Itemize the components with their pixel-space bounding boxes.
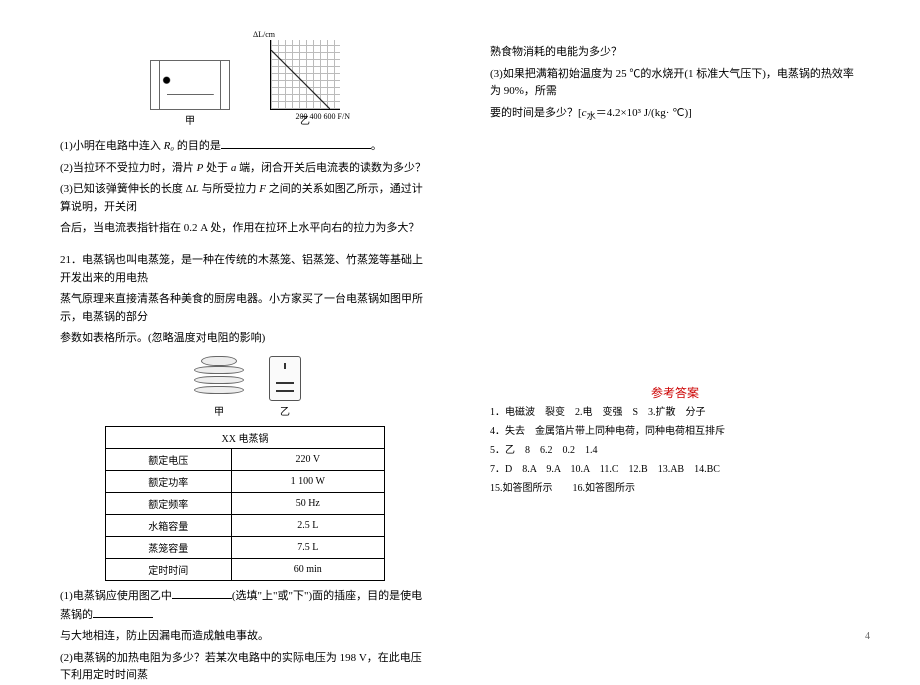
blank-field xyxy=(172,587,232,599)
q20-line2: (2)当拉环不受拉力时，滑片 P 处于 a 端，闭合开关后电流表的读数为多少？ xyxy=(60,160,430,178)
blank-field xyxy=(93,606,153,618)
q21-para1: 21．电蒸锅也叫电蒸笼，是一种在传统的木蒸笼、铝蒸笼、竹蒸笼等基础上开发出来的用… xyxy=(60,252,430,287)
answer-row: 15.如答图所示 16.如答图所示 xyxy=(490,481,860,496)
answers-title: 参考答案 xyxy=(490,384,860,401)
circuit-diagram: 甲 xyxy=(150,60,230,127)
right-line1: 熟食物消耗的电能为多少？ xyxy=(490,44,860,62)
figure-group-1: 甲 ΔL/cm 200 400 600 F/N 乙 xyxy=(60,40,430,127)
axis-x-label: 200 400 600 F/N xyxy=(296,112,350,121)
figure-group-2: 甲 乙 xyxy=(60,356,430,418)
q20-line1: (1)小明在电路中连入 R₀ 的目的是。 xyxy=(60,137,430,156)
blank-field xyxy=(221,137,371,149)
q21-line1b: 与大地相连，防止因漏电而造成触电事故。 xyxy=(60,628,430,646)
spec-table: XX 电蒸锅 额定电压220 V 额定功率1 100 W 额定频率50 Hz 水… xyxy=(105,426,385,581)
answer-row: 4．失去 金属箔片带上同种电荷，同种电荷相互排斥 xyxy=(490,424,860,439)
q20-line3b: 合后，当电流表指针指在 0.2 A 处，作用在拉环上水平向右的拉力为多大？ xyxy=(60,220,430,238)
q21-para3: 参数如表格所示。(忽略温度对电阻的影响) xyxy=(60,330,430,348)
q21-line1: (1)电蒸锅应使用图乙中(选填"上"或"下")面的插座，目的是使电蒸锅的 xyxy=(60,587,430,624)
axis-y-label: ΔL/cm xyxy=(253,30,275,39)
right-line2: (3)如果把满箱初始温度为 25 ℃的水烧开(1 标准大气压下)，电蒸锅的热效率… xyxy=(490,66,860,101)
answer-row: 7．D 8.A 9.A 10.A 11.C 12.B 13.AB 14.BC xyxy=(490,462,860,477)
right-line3: 要的时间是多少？[c水＝4.2×10³ J/(kg· ℃)] xyxy=(490,105,860,124)
answer-row: 5．乙 8 6.2 0.2 1.4 xyxy=(490,443,860,458)
socket-image: 乙 xyxy=(269,356,301,418)
q20-line3a: (3)已知该弹簧伸长的长度 ΔL 与所受拉力 F 之间的关系如图乙所示，通过计算… xyxy=(60,181,430,216)
answer-row: 1．电磁波 裂变 2.电 变强 S 3.扩散 分子 xyxy=(490,405,860,420)
page-number: 4 xyxy=(865,631,870,642)
graph-diagram: ΔL/cm 200 400 600 F/N 乙 xyxy=(270,40,340,127)
q21-para2: 蒸气原理来直接清蒸各种美食的厨房电器。小方家买了一台电蒸锅如图甲所示，电蒸锅的部… xyxy=(60,291,430,326)
fig-label-left: 甲 xyxy=(150,112,230,127)
answers-block: 1．电磁波 裂变 2.电 变强 S 3.扩散 分子 4．失去 金属箔片带上同种电… xyxy=(490,405,860,496)
spec-title: XX 电蒸锅 xyxy=(106,426,385,448)
pot-image: 甲 xyxy=(189,356,249,418)
q21-line2: (2)电蒸锅的加热电阻为多少？若某次电路中的实际电压为 198 V，在此电压下利… xyxy=(60,650,430,685)
